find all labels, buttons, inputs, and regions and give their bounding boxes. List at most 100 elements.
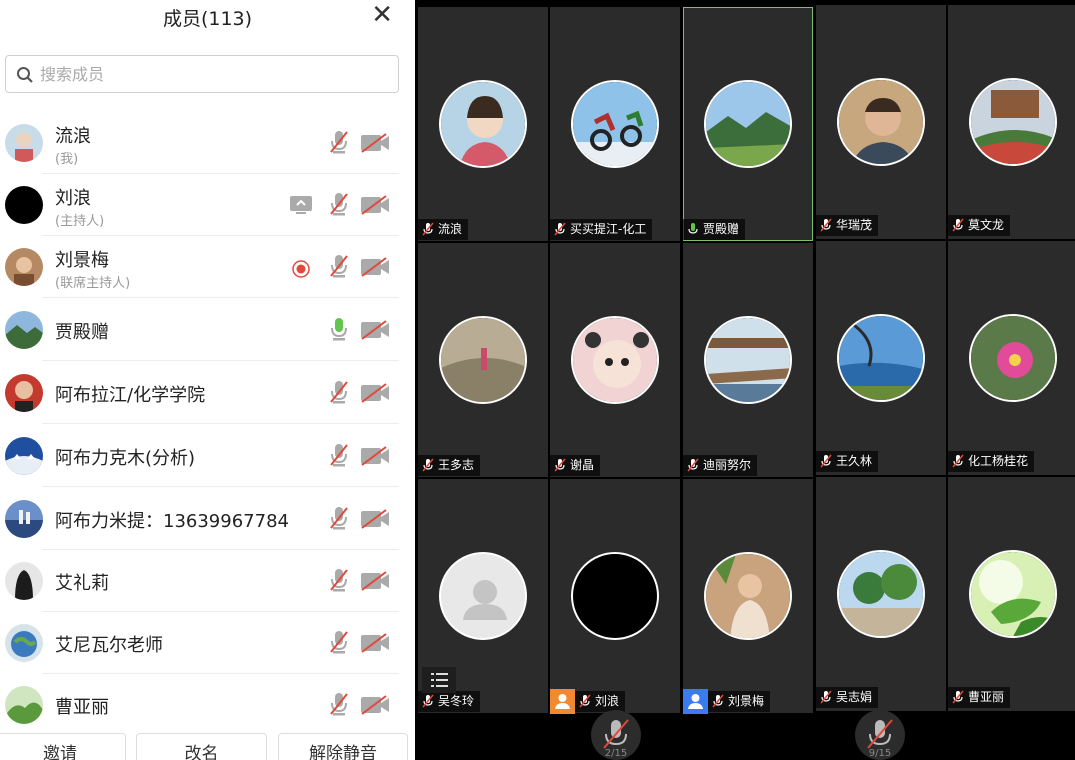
mic-muted-icon[interactable]: [329, 191, 349, 217]
tile-name: 莫文龙: [968, 218, 1005, 232]
camera-off-icon[interactable]: [360, 571, 390, 591]
mic-muted-icon[interactable]: [329, 629, 349, 655]
mic-muted-icon[interactable]: [329, 442, 349, 468]
avatar: [5, 562, 43, 600]
mic-muted-icon: [422, 458, 434, 472]
member-row[interactable]: 刘景梅 (联席主持人): [0, 236, 415, 298]
mic-muted-icon[interactable]: [329, 253, 349, 279]
camera-off-icon[interactable]: [360, 133, 390, 153]
member-row[interactable]: 阿布力克木(分析): [0, 425, 415, 487]
video-tile[interactable]: 吴志娟: [816, 477, 946, 711]
video-tile[interactable]: 曹亚丽: [948, 477, 1075, 711]
cohost-badge-icon: [683, 689, 708, 714]
close-icon[interactable]: ✕: [371, 0, 393, 30]
camera-off-icon[interactable]: [360, 695, 390, 715]
avatar: [571, 552, 659, 640]
member-name: 阿布力米提：13639967784: [55, 511, 289, 532]
rename-button[interactable]: 改名: [136, 733, 267, 760]
video-tile-selected[interactable]: 贾殿赠: [683, 7, 813, 241]
video-tile[interactable]: 迪丽努尔: [683, 243, 813, 477]
member-name: 刘浪: [55, 188, 91, 209]
avatar: [5, 686, 43, 724]
mic-muted-icon[interactable]: [329, 691, 349, 717]
tile-name: 华瑞茂: [836, 218, 873, 232]
name-tag: 华瑞茂: [816, 215, 879, 236]
member-row[interactable]: 曹亚丽: [0, 674, 415, 736]
unmute-all-button[interactable]: 解除静音: [278, 733, 408, 760]
avatar: [704, 80, 792, 168]
search-box[interactable]: [5, 55, 399, 93]
avatar: [837, 550, 925, 638]
avatar: [439, 316, 527, 404]
avatar: [704, 552, 792, 640]
mic-active-icon[interactable]: [329, 316, 349, 342]
member-name: 艾礼莉: [55, 573, 109, 594]
member-panel: 成员(113) ✕ 流浪 (我) 刘浪 (主持人): [0, 0, 415, 760]
tile-name: 买买提江-化工: [570, 222, 647, 236]
video-tile[interactable]: 王多志: [418, 243, 548, 477]
host-badge-icon: [550, 689, 575, 714]
video-tile[interactable]: 王久林: [816, 241, 946, 475]
video-tile[interactable]: 买买提江-化工: [550, 7, 680, 241]
tile-name: 曹亚丽: [968, 690, 1005, 704]
mic-muted-icon: [554, 458, 566, 472]
member-row[interactable]: 阿布力米提：13639967784: [0, 488, 415, 550]
list-icon[interactable]: [422, 667, 456, 693]
member-row[interactable]: 艾尼瓦尔老师: [0, 612, 415, 674]
avatar: [5, 124, 43, 162]
video-tile[interactable]: 刘景梅: [683, 479, 813, 714]
video-tile[interactable]: 华瑞茂: [816, 5, 946, 239]
avatar: [571, 80, 659, 168]
tile-name: 谢晶: [570, 458, 595, 472]
name-tag: 刘景梅: [708, 691, 771, 712]
video-tile[interactable]: 谢晶: [550, 243, 680, 477]
mic-muted-icon[interactable]: [329, 129, 349, 155]
avatar: [5, 437, 43, 475]
camera-off-icon[interactable]: [360, 446, 390, 466]
name-tag: 曹亚丽: [948, 687, 1011, 708]
member-row[interactable]: 流浪 (我): [0, 112, 415, 174]
avatar: [837, 314, 925, 402]
invite-button[interactable]: 邀请: [0, 733, 126, 760]
camera-off-icon[interactable]: [360, 383, 390, 403]
page-indicator: 2/15: [604, 748, 628, 759]
video-tile[interactable]: 化工杨桂花: [948, 241, 1075, 475]
name-tag: 吴志娟: [816, 687, 879, 708]
member-name: 艾尼瓦尔老师: [55, 635, 163, 656]
member-row[interactable]: 刘浪 (主持人): [0, 174, 415, 236]
mic-muted-icon: [952, 454, 964, 468]
member-row[interactable]: 阿布拉江/化学学院: [0, 362, 415, 424]
default-avatar-icon: [439, 552, 527, 640]
member-name: 流浪: [55, 126, 91, 147]
video-tile[interactable]: 流浪: [418, 7, 548, 241]
mic-muted-icon: [554, 222, 566, 236]
tile-name: 刘景梅: [728, 694, 765, 708]
mic-muted-icon[interactable]: [329, 505, 349, 531]
search-icon: [17, 67, 33, 83]
camera-off-icon[interactable]: [360, 195, 390, 215]
camera-off-icon[interactable]: [360, 320, 390, 340]
camera-off-icon[interactable]: [360, 257, 390, 277]
avatar: [571, 316, 659, 404]
member-role: (主持人): [55, 214, 105, 229]
video-tile[interactable]: 莫文龙: [948, 5, 1075, 239]
mic-muted-icon: [579, 694, 591, 708]
avatar: [969, 314, 1057, 402]
mic-muted-icon[interactable]: [329, 567, 349, 593]
avatar: [837, 78, 925, 166]
camera-off-icon[interactable]: [360, 509, 390, 529]
screen-share-icon: [290, 196, 312, 214]
recording-icon: [292, 260, 310, 278]
search-input[interactable]: [40, 60, 380, 88]
member-row[interactable]: 艾礼莉: [0, 550, 415, 612]
name-tag: 王多志: [418, 455, 481, 476]
member-name: 曹亚丽: [55, 697, 109, 718]
member-name: 贾殿赠: [55, 322, 109, 343]
video-tile[interactable]: 刘浪: [550, 479, 680, 714]
mic-muted-icon[interactable]: [329, 379, 349, 405]
mic-muted-icon: [422, 222, 434, 236]
camera-off-icon[interactable]: [360, 633, 390, 653]
divider: [42, 297, 399, 298]
member-name: 阿布拉江/化学学院: [55, 385, 206, 406]
member-row[interactable]: 贾殿赠: [0, 299, 415, 361]
